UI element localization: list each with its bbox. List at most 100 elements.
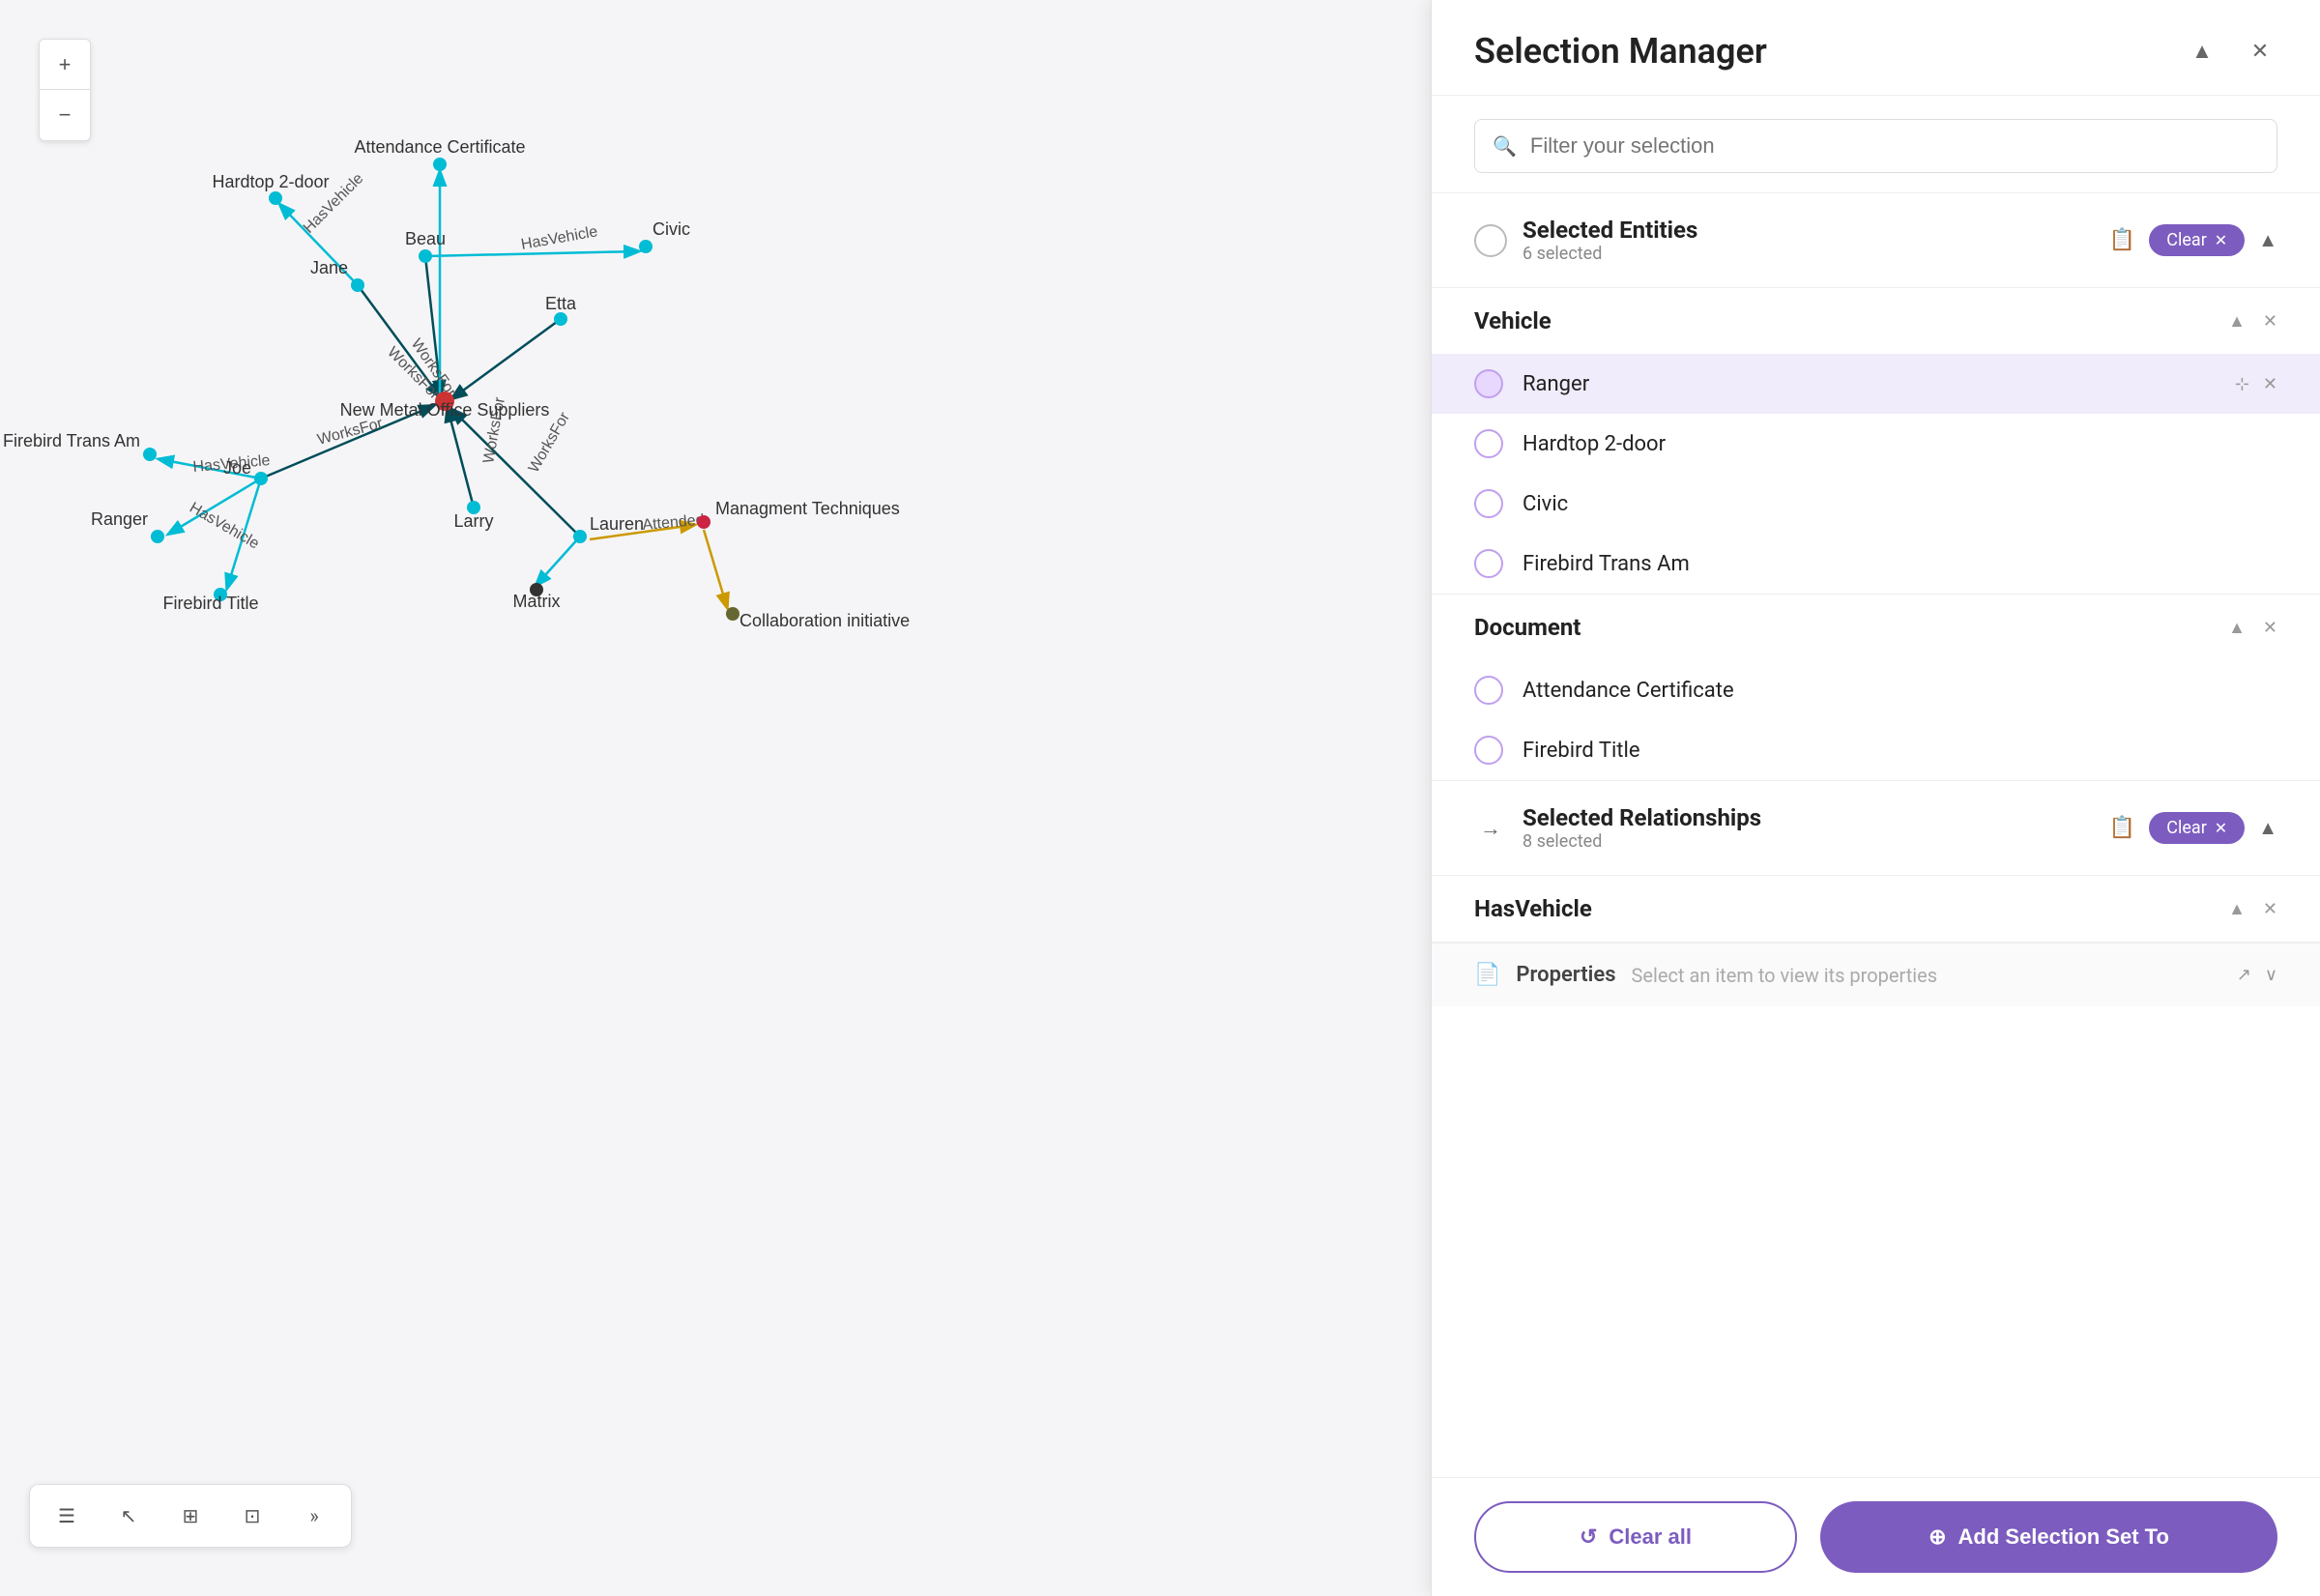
- document-collapse-icon[interactable]: ▲: [2228, 618, 2246, 638]
- svg-text:Joe: Joe: [223, 458, 251, 478]
- clear-all-refresh-icon: ↺: [1580, 1524, 1597, 1550]
- entities-section-count: 6 selected: [1522, 244, 2094, 264]
- svg-text:Attended: Attended: [642, 511, 705, 534]
- vehicle-category-group: Vehicle ▲ ✕ Ranger ⊹ ✕ Hardtop 2-door: [1432, 288, 2320, 595]
- svg-text:Managment Techniques: Managment Techniques: [715, 499, 900, 518]
- list-item[interactable]: Ranger ⊹ ✕: [1432, 354, 2320, 414]
- entities-clear-label: Clear: [2166, 230, 2207, 250]
- list-item[interactable]: Hardtop 2-door: [1432, 414, 2320, 474]
- properties-export-icon[interactable]: ↗: [2237, 965, 2251, 985]
- selection-manager-panel: Selection Manager ▲ ✕ 🔍 Selected Entitie…: [1431, 0, 2320, 1596]
- item-name-ranger: Ranger: [1522, 372, 2216, 396]
- has-vehicle-category-group: HasVehicle ▲ ✕: [1432, 876, 2320, 943]
- list-item[interactable]: Firebird Title: [1432, 720, 2320, 780]
- select-tool-icon[interactable]: ↖: [111, 1498, 146, 1533]
- bottom-toolbar: ☰ ↖ ⊞ ⊡ »: [29, 1484, 352, 1548]
- graph-canvas[interactable]: HasVehicle HasVehicle WorksFor WorksFor …: [0, 0, 1431, 1596]
- selected-relationships-header: → Selected Relationships 8 selected 📋 Cl…: [1432, 781, 2320, 875]
- relationships-clear-x-icon: ✕: [2215, 819, 2227, 837]
- svg-text:Civic: Civic: [652, 219, 690, 239]
- more-tools-icon[interactable]: »: [297, 1498, 332, 1533]
- search-container: 🔍: [1432, 96, 2320, 193]
- svg-text:Collaboration initiative: Collaboration initiative: [740, 611, 910, 630]
- has-vehicle-category-header: HasVehicle ▲ ✕: [1432, 876, 2320, 942]
- item-circle-hardtop: [1474, 429, 1503, 458]
- relationships-section-icon: →: [1474, 812, 1507, 845]
- entities-collapse-icon[interactable]: ▲: [2258, 228, 2277, 252]
- entities-clear-button[interactable]: Clear ✕: [2149, 224, 2245, 256]
- relationships-section-actions: 📋 Clear ✕ ▲: [2109, 812, 2277, 844]
- svg-text:Lauren: Lauren: [590, 514, 644, 534]
- relationships-copy-icon[interactable]: 📋: [2109, 816, 2135, 840]
- properties-bar: 📄 Properties Select an item to view its …: [1432, 943, 2320, 1006]
- has-vehicle-collapse-icon[interactable]: ▲: [2228, 899, 2246, 919]
- document-category-actions: ▲ ✕: [2228, 618, 2277, 638]
- document-category-title: Document: [1474, 614, 1580, 641]
- document-close-icon[interactable]: ✕: [2263, 618, 2277, 638]
- add-selection-icon: ⊕: [1928, 1524, 1946, 1550]
- svg-text:Beau: Beau: [405, 229, 446, 248]
- properties-label: Properties: [1516, 963, 1615, 987]
- selected-relationships-section: → Selected Relationships 8 selected 📋 Cl…: [1432, 781, 2320, 876]
- list-tool-icon[interactable]: ☰: [49, 1498, 84, 1533]
- item-circle-firebird-ta: [1474, 549, 1503, 578]
- add-selection-label: Add Selection Set To: [1958, 1524, 2169, 1550]
- properties-icon: 📄: [1474, 963, 1500, 987]
- properties-actions: ↗ ∨: [2237, 965, 2277, 985]
- ranger-item-actions: ⊹ ✕: [2235, 374, 2277, 394]
- clear-all-label: Clear all: [1609, 1524, 1692, 1550]
- svg-text:WorksFor: WorksFor: [316, 415, 386, 448]
- search-icon: 🔍: [1493, 134, 1517, 158]
- ranger-remove-icon[interactable]: ✕: [2263, 374, 2277, 394]
- zoom-out-button[interactable]: −: [40, 90, 90, 140]
- entities-section-title: Selected Entities: [1522, 217, 2094, 244]
- search-input[interactable]: [1530, 133, 2259, 159]
- item-name-hardtop: Hardtop 2-door: [1522, 432, 2277, 456]
- svg-text:Hardtop 2-door: Hardtop 2-door: [212, 172, 329, 191]
- vehicle-close-icon[interactable]: ✕: [2263, 311, 2277, 332]
- document-category-group: Document ▲ ✕ Attendance Certificate Fire…: [1432, 595, 2320, 781]
- item-name-firebird-ta: Firebird Trans Am: [1522, 552, 2277, 576]
- selected-entities-section: Selected Entities 6 selected 📋 Clear ✕ ▲: [1432, 193, 2320, 288]
- relationships-clear-button[interactable]: Clear ✕: [2149, 812, 2245, 844]
- ranger-focus-icon[interactable]: ⊹: [2235, 374, 2249, 394]
- properties-expand-icon[interactable]: ∨: [2265, 965, 2277, 985]
- vehicle-category-actions: ▲ ✕: [2228, 311, 2277, 332]
- svg-text:Etta: Etta: [545, 294, 577, 313]
- collapse-panel-button[interactable]: ▲: [2185, 34, 2219, 69]
- item-name-firebird-title: Firebird Title: [1522, 739, 2277, 763]
- selected-entities-header: Selected Entities 6 selected 📋 Clear ✕ ▲: [1432, 193, 2320, 287]
- frame-tool-icon[interactable]: ⊡: [235, 1498, 270, 1533]
- entities-clear-x-icon: ✕: [2215, 231, 2227, 249]
- list-item[interactable]: Civic: [1432, 474, 2320, 534]
- relationships-section-count: 8 selected: [1522, 831, 2094, 852]
- svg-text:HasVehicle: HasVehicle: [520, 223, 599, 253]
- svg-text:New Metal Office Suppliers: New Metal Office Suppliers: [340, 400, 550, 420]
- relationships-clear-label: Clear: [2166, 818, 2207, 838]
- panel-title: Selection Manager: [1474, 31, 1767, 72]
- close-panel-button[interactable]: ✕: [2243, 34, 2277, 69]
- svg-text:Ranger: Ranger: [91, 509, 148, 529]
- panel-footer: ↺ Clear all ⊕ Add Selection Set To: [1432, 1477, 2320, 1596]
- properties-hint: Select an item to view its properties: [1632, 964, 2221, 987]
- vehicle-category-header: Vehicle ▲ ✕: [1432, 288, 2320, 354]
- add-selection-button[interactable]: ⊕ Add Selection Set To: [1820, 1501, 2277, 1573]
- entities-title-block: Selected Entities 6 selected: [1522, 217, 2094, 264]
- list-item[interactable]: Attendance Certificate: [1432, 660, 2320, 720]
- item-circle-civic: [1474, 489, 1503, 518]
- item-name-civic: Civic: [1522, 492, 2277, 516]
- zoom-in-button[interactable]: +: [40, 40, 90, 90]
- vehicle-collapse-icon[interactable]: ▲: [2228, 311, 2246, 332]
- entities-copy-icon[interactable]: 📋: [2109, 228, 2135, 252]
- relationships-section-title: Selected Relationships: [1522, 804, 2094, 831]
- item-circle-attendance: [1474, 676, 1503, 705]
- clear-all-button[interactable]: ↺ Clear all: [1474, 1501, 1797, 1573]
- list-item[interactable]: Firebird Trans Am: [1432, 534, 2320, 594]
- search-box: 🔍: [1474, 119, 2277, 173]
- svg-text:Firebird Title: Firebird Title: [162, 594, 258, 613]
- relationships-collapse-icon[interactable]: ▲: [2258, 816, 2277, 840]
- graph-tool-icon[interactable]: ⊞: [173, 1498, 208, 1533]
- panel-body: Selected Entities 6 selected 📋 Clear ✕ ▲…: [1432, 193, 2320, 1477]
- svg-text:Larry: Larry: [453, 511, 493, 531]
- has-vehicle-close-icon[interactable]: ✕: [2263, 899, 2277, 919]
